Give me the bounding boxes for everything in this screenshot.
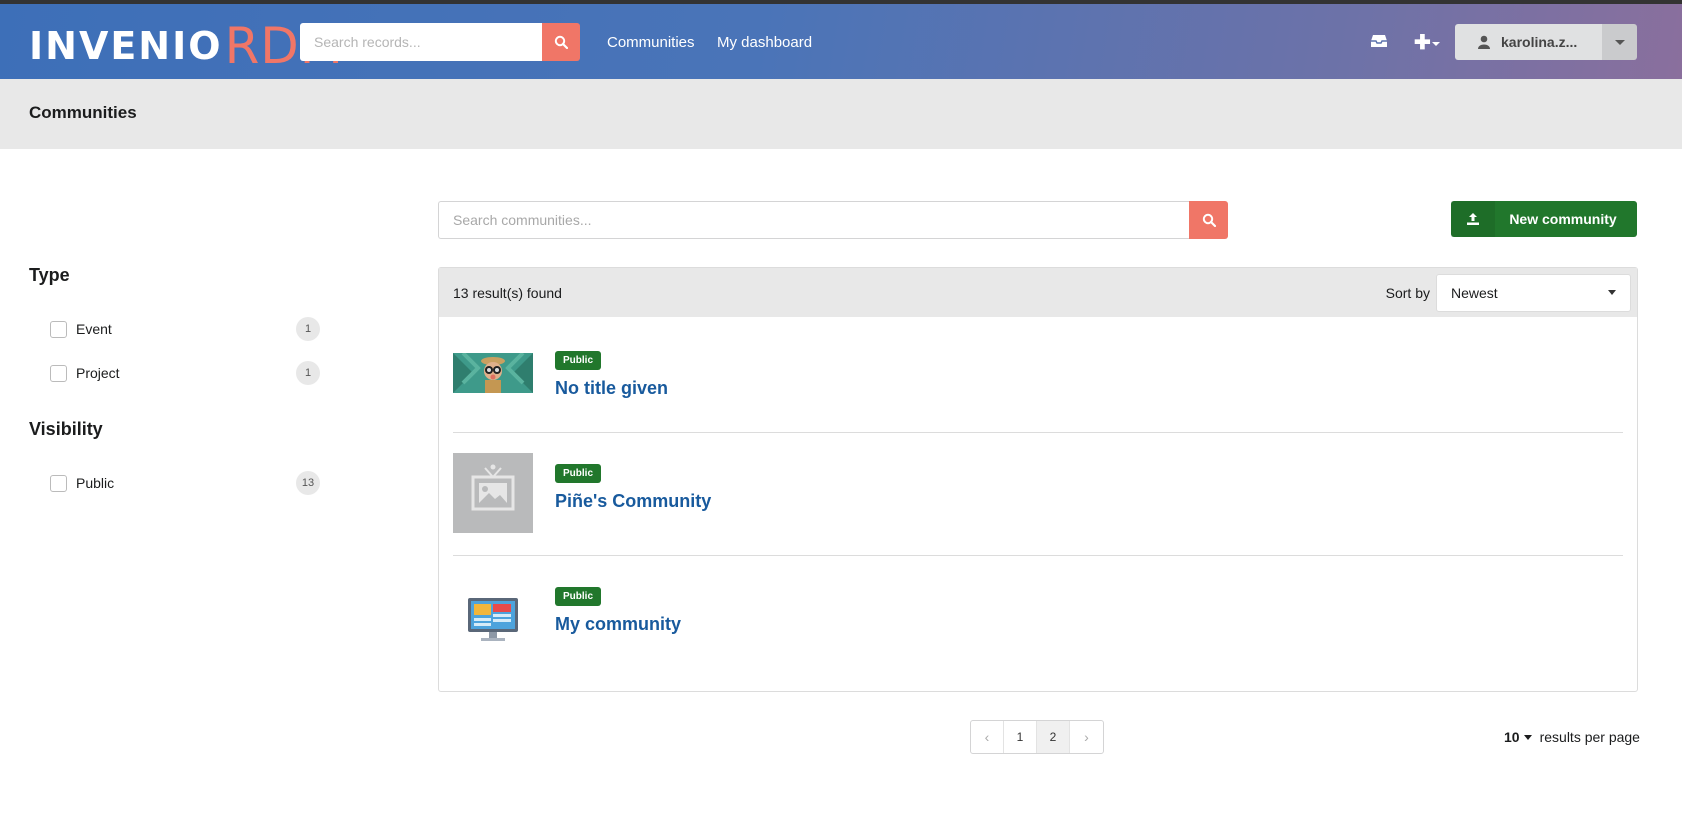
results-per-page: 10 results per page (1504, 729, 1640, 745)
community-title-link[interactable]: Piñe's Community (555, 491, 711, 512)
plus-icon[interactable]: ✚ (1414, 30, 1431, 55)
monitor-icon[interactable] (453, 576, 533, 656)
search-icon (554, 35, 568, 49)
chevron-down-icon (1614, 39, 1625, 45)
pagination-page-1[interactable]: 1 (1004, 721, 1037, 753)
visibility-badge: Public (555, 464, 602, 483)
facet-count: 13 (296, 471, 320, 495)
pagination-page-2[interactable]: 2 (1037, 721, 1070, 753)
nav-dashboard-link[interactable]: My dashboard (717, 34, 812, 51)
pagination: ‹ 1 2 › (970, 720, 1104, 754)
visibility-badge: Public (555, 587, 602, 606)
page-title: Communities (29, 103, 137, 122)
pagination-next[interactable]: › (1070, 721, 1103, 753)
sort-value: Newest (1451, 284, 1498, 301)
header-search (300, 23, 580, 61)
facet-label: Public (76, 475, 115, 491)
visibility-badge: Public (555, 351, 602, 370)
user-menu-main[interactable]: karolina.z... (1455, 24, 1602, 60)
per-page-label: results per page (1539, 729, 1640, 745)
user-menu-button[interactable]: karolina.z... (1455, 24, 1637, 60)
page-title-bar: Communities (0, 79, 1682, 149)
facet-item-project[interactable]: Project 1 (50, 360, 320, 386)
community-item: Public No title given (453, 340, 1623, 463)
nav-communities-link[interactable]: Communities (607, 34, 695, 51)
facet-label: Project (76, 365, 120, 381)
community-item: Public Piñe's Community (453, 453, 1623, 576)
results-header: 13 result(s) found Sort by Newest (439, 268, 1637, 317)
logo-text-main: INVENIO (29, 24, 223, 68)
facet-count: 1 (296, 361, 320, 385)
facet-label: Event (76, 321, 112, 337)
community-logo[interactable] (453, 353, 533, 393)
facet-count: 1 (296, 317, 320, 341)
pagination-prev[interactable]: ‹ (971, 721, 1004, 753)
divider (453, 555, 1623, 556)
new-community-button[interactable]: New community (1451, 201, 1637, 237)
checkbox[interactable] (50, 320, 67, 338)
facet-item-public[interactable]: Public 13 (50, 470, 320, 496)
community-item: Public My community (453, 576, 1623, 699)
site-header: INVENIO RDM Communities My dashboard ✚ k… (0, 4, 1682, 79)
facet-title-visibility: Visibility (29, 419, 103, 439)
facet-title-type: Type (29, 265, 70, 285)
community-title-link[interactable]: No title given (555, 378, 668, 399)
sort-label: Sort by (1385, 284, 1430, 301)
communities-search-input[interactable] (438, 201, 1189, 239)
checkbox[interactable] (50, 364, 67, 382)
facet-item-event[interactable]: Event 1 (50, 316, 320, 342)
communities-search (438, 201, 1228, 239)
user-icon (1478, 35, 1490, 49)
inbox-icon[interactable] (1370, 34, 1388, 48)
header-search-button[interactable] (542, 23, 580, 61)
results-count: 13 result(s) found (453, 284, 562, 301)
chevron-down-icon (1432, 42, 1440, 46)
results-panel: 13 result(s) found Sort by Newest Public… (438, 267, 1638, 692)
chevron-down-icon (1608, 290, 1616, 295)
upload-icon (1451, 201, 1495, 237)
search-icon (1202, 213, 1216, 227)
checkbox[interactable] (50, 474, 67, 492)
community-title-link[interactable]: My community (555, 614, 681, 635)
divider (453, 432, 1623, 433)
user-name: karolina.z... (1501, 34, 1578, 50)
invenio-rdm-logo[interactable]: INVENIO RDM (29, 17, 344, 75)
image-placeholder-icon[interactable] (453, 453, 533, 533)
sort-select[interactable]: Newest (1436, 273, 1631, 312)
user-menu-dropdown[interactable] (1602, 24, 1637, 60)
header-search-input[interactable] (300, 23, 542, 61)
communities-search-button[interactable] (1189, 201, 1228, 239)
new-community-label: New community (1509, 211, 1617, 227)
per-page-select[interactable]: 10 (1504, 729, 1520, 745)
chevron-down-icon[interactable] (1523, 734, 1532, 740)
